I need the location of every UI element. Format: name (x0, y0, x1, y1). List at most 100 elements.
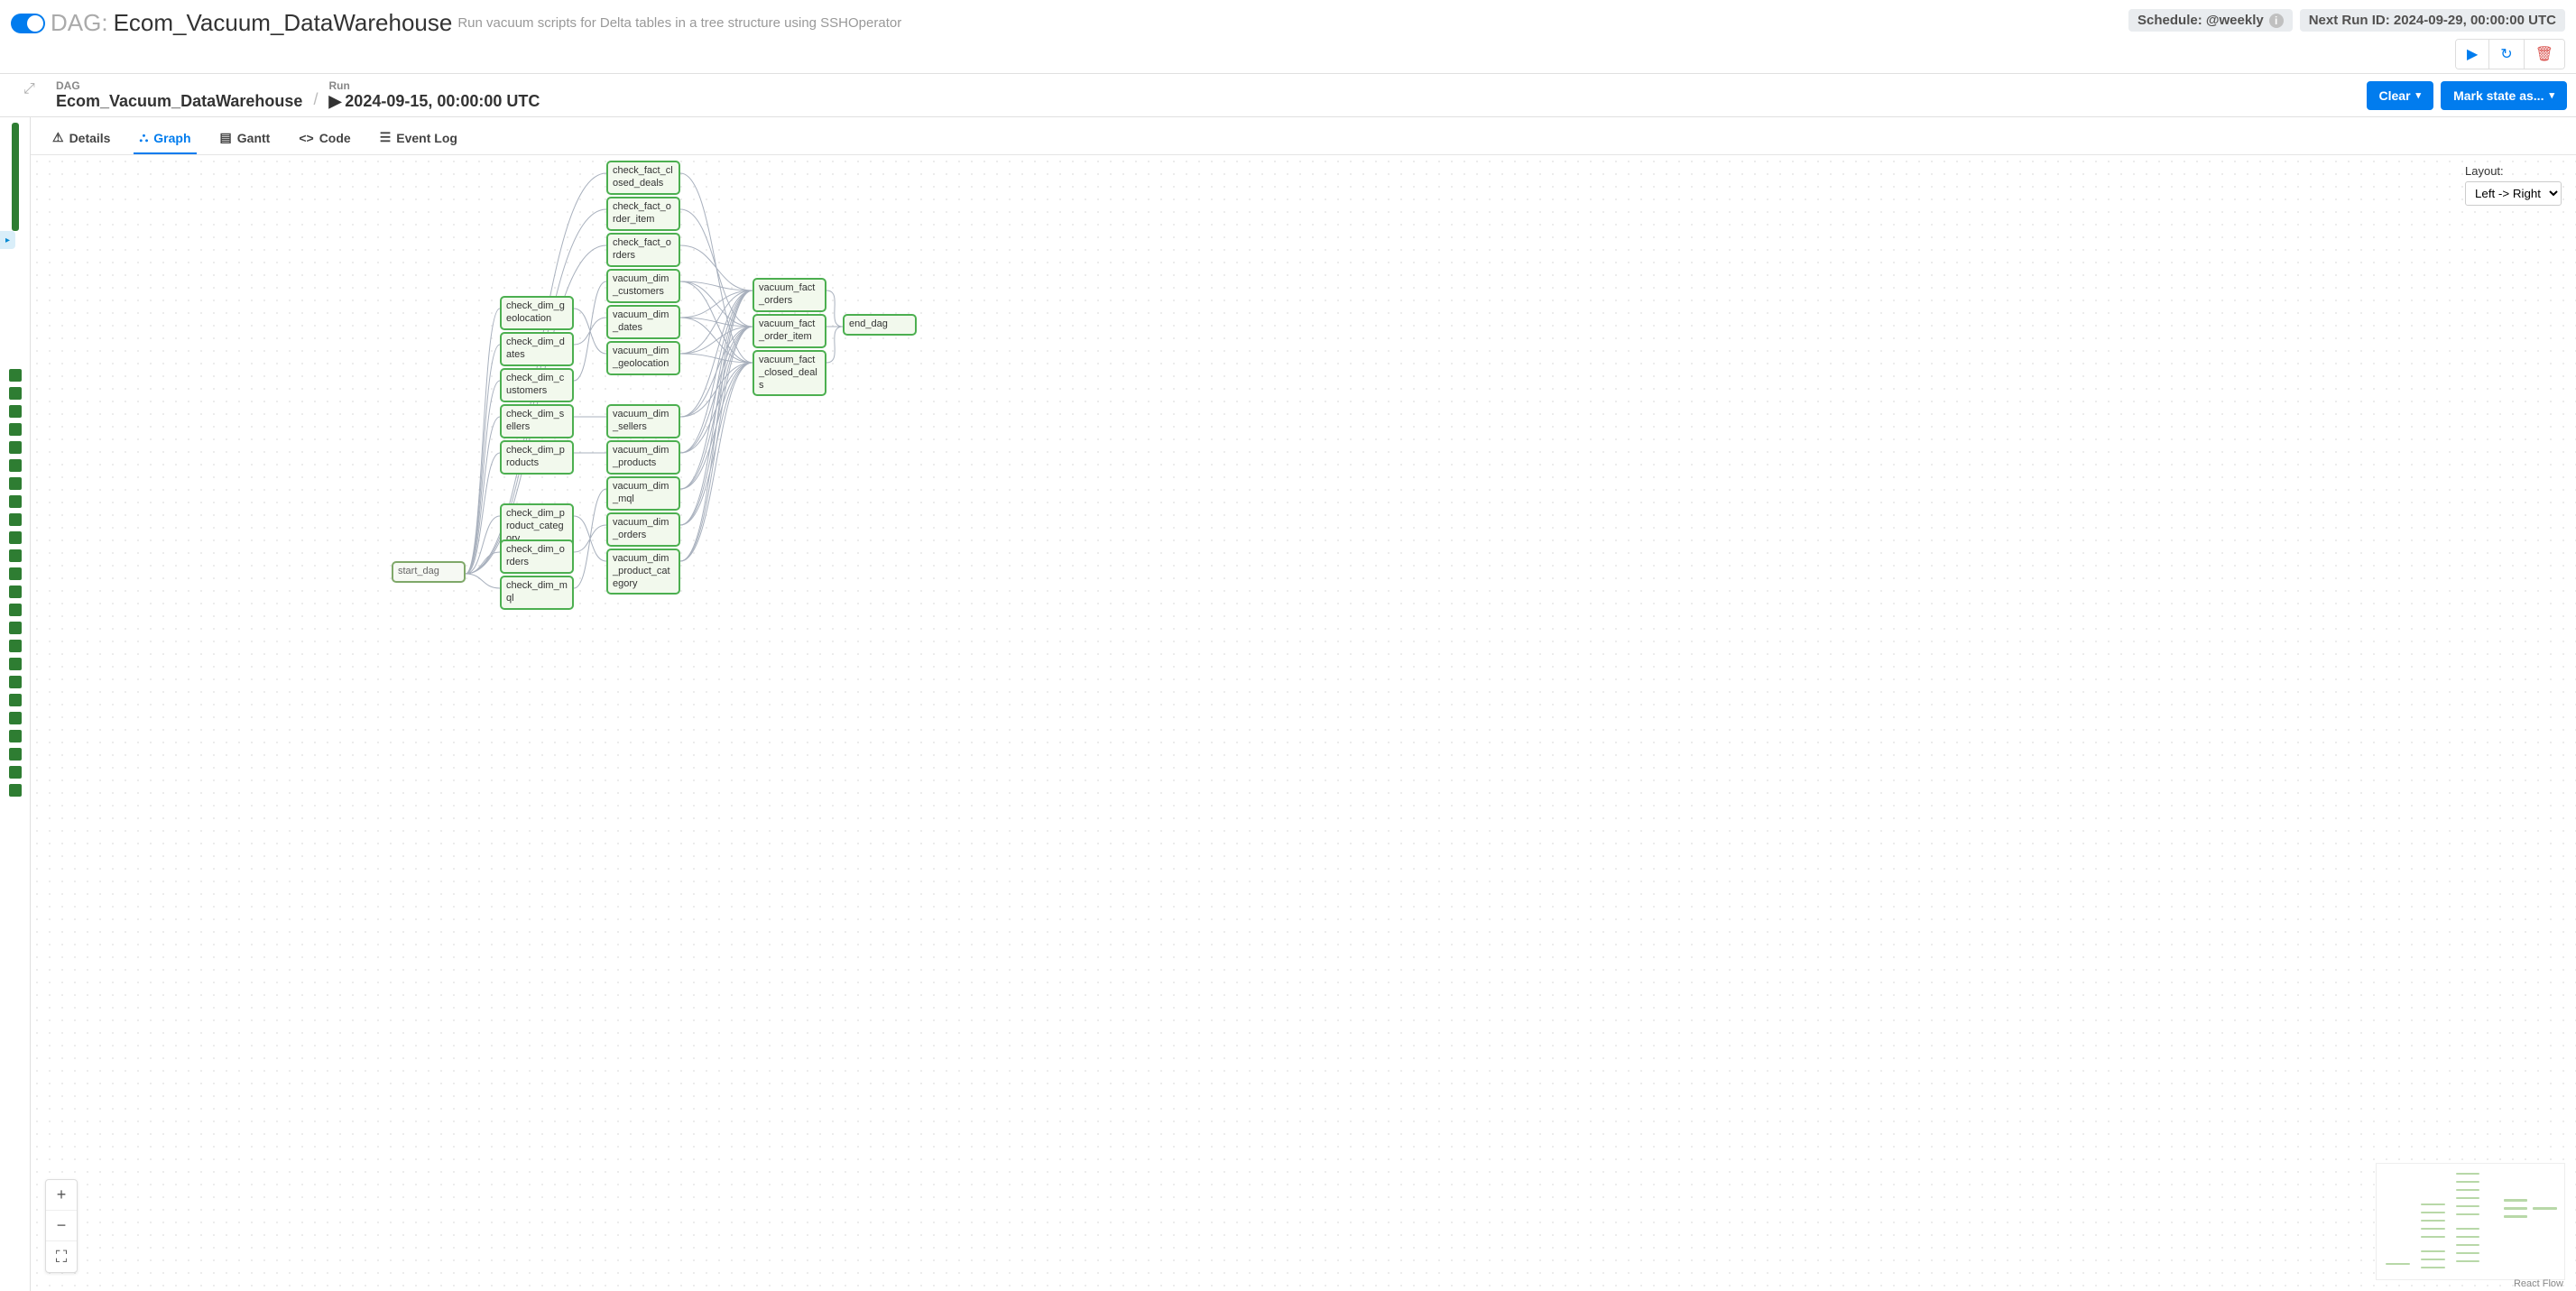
task-grid-square[interactable] (9, 459, 22, 472)
task-grid-square[interactable] (9, 784, 22, 797)
task-grid-square[interactable] (9, 495, 22, 508)
task-grid-square[interactable] (9, 423, 22, 436)
task-grid-square[interactable] (9, 694, 22, 706)
minimap-node (2386, 1263, 2410, 1265)
info-icon[interactable]: i (2269, 14, 2284, 28)
task-grid-square[interactable] (9, 712, 22, 724)
fit-view-button[interactable]: ⛶ (46, 1241, 77, 1272)
tab-details-label: Details (69, 131, 111, 145)
mark-state-label: Mark state as... (2453, 88, 2544, 103)
play-icon: ▶ (328, 92, 341, 111)
dag-label: DAG: (51, 9, 108, 37)
zoom-in-button[interactable]: + (46, 1180, 77, 1211)
grid-expand-handle[interactable]: ▸ (0, 231, 15, 249)
crumb-run-label: Run (328, 79, 540, 92)
task-grid-square[interactable] (9, 748, 22, 761)
task-grid-square[interactable] (9, 513, 22, 526)
schedule-text: Schedule: @weekly (2137, 13, 2264, 28)
minimap-node (2456, 1205, 2480, 1207)
crumb-separator: / (311, 81, 319, 109)
task-grid-square[interactable] (9, 567, 22, 580)
graph-canvas[interactable]: Layout: Left -> Right start_dag check_dim… (31, 155, 2576, 1291)
minimap-node (2504, 1207, 2528, 1209)
task-node-vacuum-fact-orders[interactable]: vacuum_fact_orders (752, 278, 826, 312)
expand-icon[interactable]: ⤢ (23, 81, 35, 97)
task-node-check-dim-products[interactable]: check_dim_products (500, 440, 574, 475)
task-node-check-dim-dates[interactable]: check_dim_dates (500, 332, 574, 366)
zoom-out-button[interactable]: − (46, 1211, 77, 1241)
minimap-node (2421, 1203, 2445, 1205)
dag-header: DAG: Ecom_Vacuum_DataWarehouse Run vacuu… (0, 0, 2576, 74)
task-node-check-dim-sellers[interactable]: check_dim_sellers (500, 404, 574, 438)
clear-label: Clear (2379, 88, 2411, 103)
trigger-dag-button[interactable]: ▶ (2456, 40, 2488, 69)
minimap-node (2456, 1213, 2480, 1215)
tab-details[interactable]: ⚠Details (47, 123, 115, 154)
task-node-check-dim-customers[interactable]: check_dim_customers (500, 368, 574, 402)
task-grid-square[interactable] (9, 766, 22, 779)
task-node-start-dag[interactable]: start_dag (392, 561, 466, 583)
reactflow-attribution: React Flow (2514, 1278, 2563, 1289)
task-node-check-dim-mql[interactable]: check_dim_mql (500, 576, 574, 610)
view-tabs: ⚠Details ⛬ Graph ▤Gantt <> Code ☰Event Log (31, 117, 2576, 155)
mark-state-button[interactable]: Mark state as... (2441, 81, 2567, 110)
task-node-vacuum-dim-sellers[interactable]: vacuum_dim_sellers (606, 404, 680, 438)
layout-control: Layout: Left -> Right (2465, 164, 2562, 206)
dag-pause-toggle[interactable] (11, 14, 45, 33)
dag-name: Ecom_Vacuum_DataWarehouse (114, 9, 453, 37)
minimap-node (2421, 1250, 2445, 1252)
task-node-vacuum-dim-product-category[interactable]: vacuum_dim_product_category (606, 549, 680, 595)
tab-graph[interactable]: ⛬ Graph (134, 123, 196, 154)
task-node-vacuum-dim-geolocation[interactable]: vacuum_dim_geolocation (606, 341, 680, 375)
task-grid-square[interactable] (9, 549, 22, 562)
task-grid-square[interactable] (9, 477, 22, 490)
graph-icon: ⛬ (139, 130, 148, 145)
task-grid-square[interactable] (9, 640, 22, 652)
task-node-end-dag[interactable]: end_dag (843, 314, 917, 336)
tab-graph-label: Graph (153, 131, 190, 145)
refresh-dag-button[interactable]: ↻ (2488, 40, 2523, 69)
task-node-vacuum-dim-customers[interactable]: vacuum_dim_customers (606, 269, 680, 303)
delete-dag-button[interactable]: 🗑 (2524, 40, 2564, 69)
tab-gantt[interactable]: ▤Gantt (215, 123, 276, 154)
task-grid-square[interactable] (9, 622, 22, 634)
log-icon: ☰ (380, 130, 392, 145)
code-icon: <> (299, 131, 313, 145)
task-node-check-fact-closed-deals[interactable]: check_fact_closed_deals (606, 161, 680, 195)
task-node-vacuum-dim-mql[interactable]: vacuum_dim_mql (606, 476, 680, 511)
task-grid-square[interactable] (9, 441, 22, 454)
task-node-check-dim-geolocation[interactable]: check_dim_geolocation (500, 296, 574, 330)
dag-run-bar[interactable] (12, 123, 19, 231)
grid-sidebar: ▸ (0, 117, 31, 1291)
task-grid-square[interactable] (9, 405, 22, 418)
minimap-node (2421, 1236, 2445, 1238)
tab-code-label: Code (319, 131, 351, 145)
layout-label: Layout: (2465, 164, 2562, 178)
tab-code[interactable]: <> Code (293, 123, 355, 154)
task-node-vacuum-dim-orders[interactable]: vacuum_dim_orders (606, 512, 680, 547)
gantt-icon: ▤ (220, 130, 232, 145)
minimap[interactable] (2376, 1163, 2565, 1280)
task-grid-square[interactable] (9, 604, 22, 616)
task-node-check-fact-order-item[interactable]: check_fact_order_item (606, 197, 680, 231)
minimap-node (2504, 1199, 2528, 1201)
task-node-vacuum-dim-products[interactable]: vacuum_dim_products (606, 440, 680, 475)
task-grid-square[interactable] (9, 676, 22, 688)
task-grid-square[interactable] (9, 531, 22, 544)
layout-select[interactable]: Left -> Right (2465, 181, 2562, 206)
next-run-text: Next Run ID: 2024-09-29, 00:00:00 UTC (2309, 13, 2556, 28)
clear-button[interactable]: Clear (2367, 81, 2434, 110)
tab-event-log[interactable]: ☰Event Log (374, 123, 463, 154)
crumb-run-value[interactable]: ▶ 2024-09-15, 00:00:00 UTC (328, 92, 540, 111)
task-grid-square[interactable] (9, 730, 22, 742)
task-grid-square[interactable] (9, 586, 22, 598)
task-grid-square[interactable] (9, 387, 22, 400)
task-node-check-dim-orders[interactable]: check_dim_orders (500, 539, 574, 574)
task-node-vacuum-dim-dates[interactable]: vacuum_dim_dates (606, 305, 680, 339)
task-node-vacuum-fact-order-item[interactable]: vacuum_fact_order_item (752, 314, 826, 348)
crumb-dag-value[interactable]: Ecom_Vacuum_DataWarehouse (56, 92, 302, 111)
task-grid-square[interactable] (9, 369, 22, 382)
task-node-check-fact-orders[interactable]: check_fact_orders (606, 233, 680, 267)
task-node-vacuum-fact-closed-deals[interactable]: vacuum_fact_closed_deals (752, 350, 826, 396)
task-grid-square[interactable] (9, 658, 22, 670)
